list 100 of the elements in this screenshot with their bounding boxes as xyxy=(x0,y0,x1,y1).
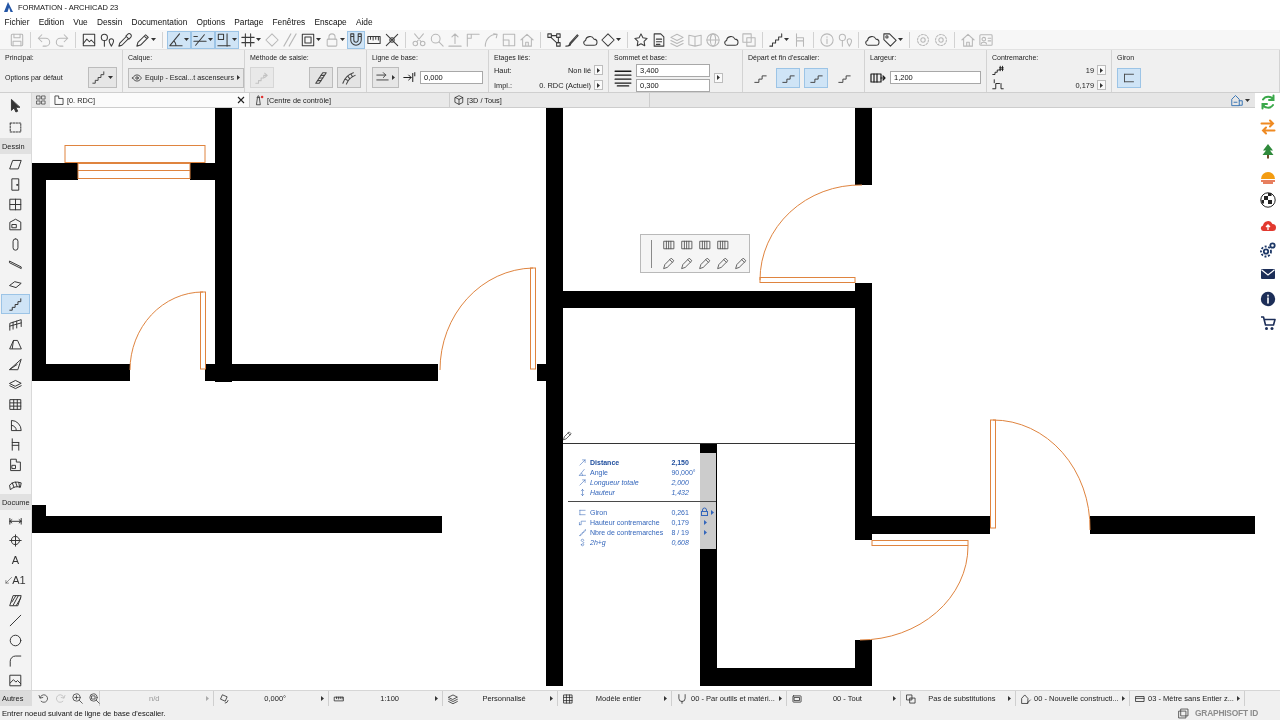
menu-item[interactable]: Fichier xyxy=(0,15,35,29)
eye-icon xyxy=(132,72,142,83)
caret-right-icon xyxy=(597,82,600,88)
toolbar-button[interactable] xyxy=(767,30,791,49)
menu-item[interactable]: Options xyxy=(191,15,230,29)
baseline-dropdown[interactable] xyxy=(372,67,399,88)
grip-icon[interactable] xyxy=(649,240,653,268)
toolbar-button[interactable] xyxy=(632,30,650,49)
checker-icon[interactable] xyxy=(1259,192,1276,209)
stair-plan-icon[interactable] xyxy=(681,239,693,251)
info-icon[interactable] xyxy=(1259,290,1276,307)
stair-end-button[interactable] xyxy=(776,67,800,88)
menu-item[interactable]: Enscape xyxy=(309,15,352,29)
caret-right-icon xyxy=(206,696,210,701)
lock-icon[interactable] xyxy=(700,508,708,516)
cart-icon[interactable] xyxy=(1259,315,1276,332)
menu-item[interactable]: Aide xyxy=(351,15,378,29)
screen-icon xyxy=(791,693,802,704)
stairs-icon xyxy=(92,71,105,84)
menu-item[interactable]: Edition xyxy=(34,15,69,29)
image-icon xyxy=(9,673,22,687)
tool-button[interactable]: A1 xyxy=(1,570,30,590)
curtain-wall-icon xyxy=(9,397,22,411)
four-squares-icon[interactable] xyxy=(36,95,46,105)
caret-right-icon xyxy=(320,696,324,701)
popup-button[interactable] xyxy=(1097,80,1106,90)
pin-icon xyxy=(100,32,114,47)
arrow-line-icon xyxy=(376,71,389,84)
toolbar-button[interactable] xyxy=(167,30,191,49)
caret-down-icon xyxy=(108,76,113,79)
pencil-icon[interactable] xyxy=(663,257,675,269)
settings-icon[interactable] xyxy=(1259,241,1276,258)
toolbar-button[interactable] xyxy=(191,30,215,49)
popup-button[interactable] xyxy=(594,65,603,75)
section-sign-icon xyxy=(579,538,586,546)
toolbar-button[interactable] xyxy=(239,30,263,49)
menu-item[interactable]: Partage xyxy=(229,15,268,29)
picture-frame-icon xyxy=(82,32,96,47)
gear-icon xyxy=(916,32,930,47)
eyedropper-icon xyxy=(118,32,132,47)
brush-icon xyxy=(565,32,579,47)
label-arrow-icon xyxy=(5,576,13,584)
caret-right-icon xyxy=(717,75,720,80)
cross-icon xyxy=(385,32,399,47)
refresh-icon[interactable] xyxy=(1259,94,1276,110)
curved-flight-icon xyxy=(342,70,356,85)
close-icon[interactable] xyxy=(238,97,244,103)
input-method-button[interactable] xyxy=(337,67,361,88)
window-icon xyxy=(9,197,22,211)
angle-icon xyxy=(169,32,183,47)
snap-line-icon xyxy=(193,32,207,47)
menu-item[interactable]: Dessin xyxy=(92,15,127,29)
stair-plan-icon[interactable] xyxy=(699,239,711,251)
house-icon xyxy=(520,32,534,47)
rotate-left-icon[interactable] xyxy=(38,693,49,704)
toolbar-button[interactable] xyxy=(215,30,239,49)
menu-item[interactable]: Fenêtres xyxy=(267,15,310,29)
star-icon xyxy=(634,32,648,47)
info-icon xyxy=(820,32,834,47)
stair-end-button[interactable] xyxy=(804,67,828,88)
stair-plan-icon[interactable] xyxy=(663,239,675,251)
zoom-in-icon[interactable] xyxy=(72,693,83,704)
stair-flight-icon xyxy=(314,70,328,85)
cube-icon xyxy=(454,95,464,105)
pencil-icon[interactable] xyxy=(735,257,747,269)
caret-right-icon xyxy=(1007,696,1011,701)
stair-plan-icon[interactable] xyxy=(717,239,729,251)
level-stack-icon xyxy=(614,68,632,87)
tread-icon xyxy=(1123,71,1135,84)
input-method-button[interactable] xyxy=(309,67,333,88)
tread-button[interactable] xyxy=(1117,67,1141,88)
favorites-dropdown[interactable] xyxy=(88,67,117,88)
popup-button[interactable] xyxy=(714,72,723,83)
caret-right-icon xyxy=(1236,696,1240,701)
windows-icon[interactable] xyxy=(1178,707,1189,719)
pencil-icon[interactable] xyxy=(699,257,711,269)
toolbar-button[interactable] xyxy=(347,30,365,49)
diamond-icon xyxy=(601,32,615,47)
toolbar-button[interactable] xyxy=(116,30,134,49)
caret-down-icon xyxy=(1245,98,1250,102)
popup-button[interactable] xyxy=(594,80,603,90)
zoom-fit-icon[interactable] xyxy=(89,693,100,704)
menu-item[interactable]: Vue xyxy=(68,15,93,29)
pencil-icon[interactable] xyxy=(717,257,729,269)
pencil-icon xyxy=(563,431,572,440)
line-icon xyxy=(9,613,22,627)
caret-right-icon xyxy=(1100,67,1103,73)
checker-square-icon xyxy=(562,693,573,704)
toolbar-button[interactable] xyxy=(545,30,563,49)
menu-item[interactable]: Documentation xyxy=(126,15,192,29)
scale-ruler-icon xyxy=(333,693,344,704)
caret-right-icon xyxy=(778,696,782,701)
popup-button[interactable] xyxy=(1097,65,1106,75)
pencil-icon[interactable] xyxy=(681,257,693,269)
toolbar-button[interactable] xyxy=(881,30,905,49)
tool-button[interactable]: A xyxy=(1,550,30,570)
toolbar-button[interactable] xyxy=(599,30,623,49)
caret-right-icon xyxy=(1100,82,1103,88)
riser-count-icon xyxy=(992,64,1004,76)
quarter-shape-icon xyxy=(9,417,22,431)
